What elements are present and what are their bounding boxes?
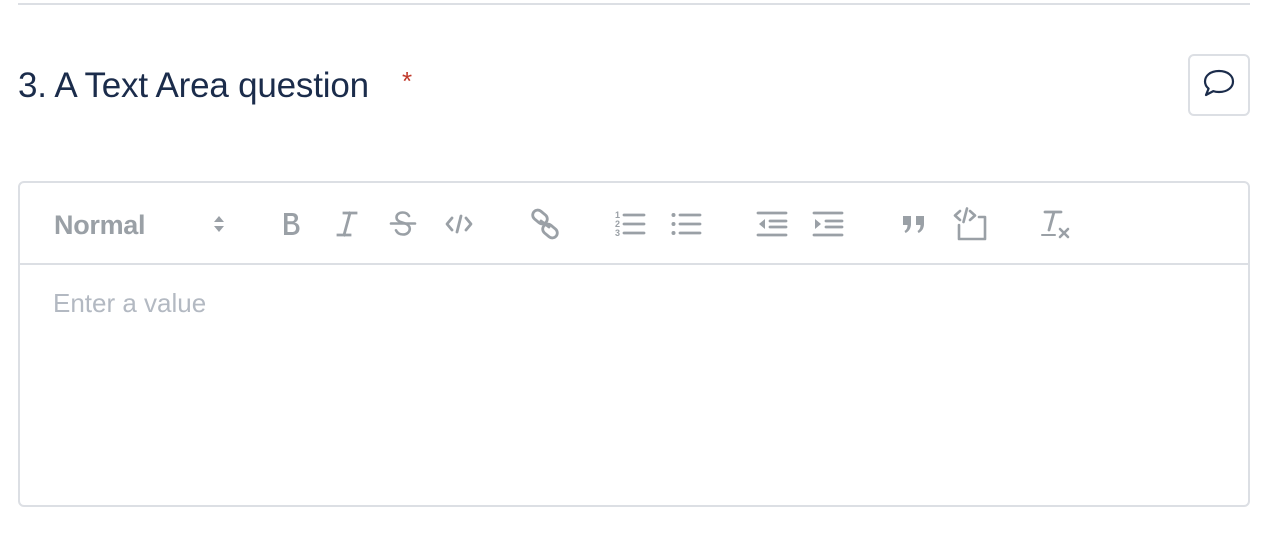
format-select-value: Normal — [54, 210, 146, 240]
indent-icon — [812, 209, 844, 239]
indent-button[interactable] — [810, 205, 846, 243]
clear-formatting-button[interactable] — [1038, 205, 1074, 243]
link-icon — [529, 208, 561, 240]
select-arrows-icon — [212, 212, 226, 241]
speech-bubble-icon — [1202, 68, 1236, 103]
code-block-icon — [953, 207, 989, 241]
section-divider — [18, 3, 1250, 5]
code-icon — [444, 212, 474, 236]
ordered-list-icon: 1 2 3 — [614, 209, 646, 239]
strikethrough-icon — [388, 209, 418, 239]
question-header: 3. A Text Area question * — [18, 54, 1250, 118]
blockquote-button[interactable] — [897, 205, 931, 243]
question-title: 3. A Text Area question — [18, 66, 369, 105]
comment-button[interactable] — [1188, 54, 1250, 116]
code-button[interactable] — [441, 205, 477, 243]
code-block-button[interactable] — [952, 205, 990, 243]
strikethrough-button[interactable] — [385, 205, 421, 243]
required-indicator: * — [402, 66, 413, 96]
ordered-list-button[interactable]: 1 2 3 — [612, 205, 648, 243]
svg-text:3: 3 — [615, 228, 620, 238]
bullet-list-button[interactable] — [668, 205, 704, 243]
rich-text-editor: Normal 1 2 3 Enter a value — [18, 181, 1250, 507]
italic-icon — [335, 210, 359, 238]
bullet-list-icon — [670, 209, 702, 239]
clear-formatting-icon — [1040, 208, 1072, 240]
format-select[interactable]: Normal — [54, 203, 226, 245]
question-card: 3. A Text Area question * Normal 1 2 3 E… — [0, 0, 1280, 550]
blockquote-icon — [900, 212, 928, 236]
outdent-button[interactable] — [754, 205, 790, 243]
outdent-icon — [756, 209, 788, 239]
editor-toolbar: Normal 1 2 3 — [20, 183, 1248, 265]
italic-button[interactable] — [330, 205, 364, 243]
link-button[interactable] — [526, 205, 564, 243]
text-area-input[interactable] — [20, 265, 1248, 505]
bold-icon — [279, 210, 303, 238]
bold-button[interactable] — [274, 205, 308, 243]
